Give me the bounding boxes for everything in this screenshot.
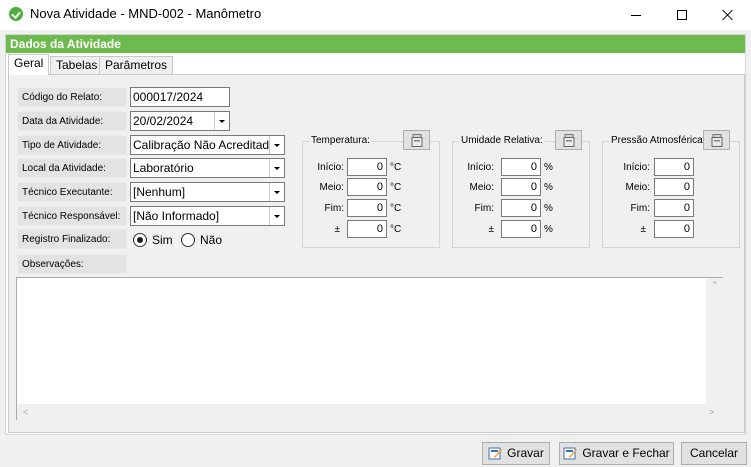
instrument-icon	[711, 134, 723, 147]
gravar-fechar-button[interactable]: Gravar e Fechar	[559, 442, 674, 465]
umidade-fim-unit: %	[544, 203, 553, 214]
horizontal-scrollbar[interactable]: < >	[17, 404, 723, 421]
observacoes-textarea[interactable]	[16, 277, 723, 420]
temperatura-tolerancia-input[interactable]: 0	[347, 220, 387, 238]
maximize-button[interactable]	[659, 0, 705, 30]
data-atividade-label: Data da Atividade:	[17, 111, 127, 131]
instrument-icon	[563, 134, 575, 147]
umidade-fim-input[interactable]: 0	[501, 199, 541, 217]
chevron-down-icon[interactable]	[269, 207, 284, 225]
tecnico-responsavel-label: Técnico Responsável:	[17, 206, 127, 226]
tab-geral[interactable]: Geral	[8, 54, 50, 75]
umidade-fim-label: Fim:	[474, 203, 494, 214]
tecnico-responsavel-value: [Não Informado]	[133, 209, 220, 223]
pressao-meio-label: Meio:	[625, 182, 650, 193]
scroll-right-icon[interactable]: >	[709, 407, 714, 417]
pressao-fim-label: Fim:	[630, 203, 650, 214]
umidade-meio-input[interactable]: 0	[501, 178, 541, 196]
pressao-inicio-label: Início:	[623, 162, 650, 173]
scroll-left-icon[interactable]: <	[23, 407, 28, 417]
tab-tabelas[interactable]: Tabelas	[50, 56, 104, 75]
umidade-instrument-button[interactable]	[555, 130, 582, 150]
temperatura-fim-unit: °C	[390, 203, 402, 214]
umidade-inicio-unit: %	[544, 162, 553, 173]
temperatura-fim-label: Fim:	[324, 203, 344, 214]
pressao-tolerancia-label: ±	[640, 224, 647, 235]
close-button[interactable]	[705, 0, 751, 30]
temperatura-instrument-button[interactable]	[403, 130, 430, 150]
data-atividade-value: 20/02/2024	[133, 114, 194, 128]
temperatura-fim-input[interactable]: 0	[347, 199, 387, 217]
umidade-inicio-label: Início:	[467, 162, 494, 173]
save-icon	[563, 447, 578, 460]
pressao-title: Pressão Atmosférica:	[609, 135, 708, 146]
registro-sim-radio[interactable]	[133, 233, 147, 247]
close-icon	[722, 9, 734, 21]
temperatura-meio-input[interactable]: 0	[347, 178, 387, 196]
temperatura-tolerancia-label: ±	[334, 224, 341, 235]
cancelar-label: Cancelar	[689, 446, 739, 460]
tipo-atividade-select[interactable]: Calibração Não Acreditada	[130, 135, 285, 155]
codigo-relato-label: Código do Relato:	[17, 87, 127, 107]
umidade-tolerancia-input[interactable]: 0	[501, 220, 541, 238]
temperatura-meio-unit: °C	[390, 182, 402, 193]
temperatura-title: Temperatura:	[309, 135, 372, 146]
maximize-icon	[677, 10, 687, 20]
umidade-meio-label: Meio:	[469, 182, 494, 193]
gravar-button[interactable]: Gravar	[482, 442, 550, 465]
registro-nao-radio[interactable]	[181, 233, 195, 247]
vertical-scrollbar[interactable]: ⌃	[706, 278, 723, 404]
section-header: Dados da Atividade	[6, 35, 745, 53]
app-logo-icon	[9, 7, 23, 21]
chevron-down-icon[interactable]	[269, 183, 284, 201]
tecnico-responsavel-select[interactable]: [Não Informado]	[130, 206, 285, 226]
local-atividade-label: Local da Atividade:	[17, 158, 127, 178]
umidade-meio-unit: %	[544, 182, 553, 193]
codigo-relato-input[interactable]: 000017/2024	[130, 87, 230, 107]
minimize-button[interactable]	[613, 0, 659, 30]
observacoes-label: Observações:	[17, 254, 127, 274]
pressao-fim-input[interactable]: 0	[654, 199, 694, 217]
temperatura-inicio-input[interactable]: 0	[347, 158, 387, 176]
temperatura-tolerancia-unit: °C	[390, 224, 402, 235]
pressao-instrument-button[interactable]	[703, 130, 730, 150]
tipo-atividade-label: Tipo de Atividade:	[17, 135, 127, 155]
instrument-icon	[411, 134, 423, 147]
minimize-icon	[631, 14, 641, 16]
window-title: Nova Atividade - MND-002 - Manômetro	[30, 6, 262, 21]
tipo-atividade-value: Calibração Não Acreditada	[133, 138, 276, 152]
temperatura-inicio-label: Início:	[317, 162, 344, 173]
pressao-meio-input[interactable]: 0	[654, 178, 694, 196]
date-dropdown-arrow-icon[interactable]	[214, 112, 229, 130]
chevron-down-icon[interactable]	[269, 136, 284, 154]
gravar-label: Gravar	[507, 446, 544, 460]
local-atividade-select[interactable]: Laboratório	[130, 158, 285, 178]
local-atividade-value: Laboratório	[133, 161, 194, 175]
window-titlebar: Nova Atividade - MND-002 - Manômetro	[0, 0, 751, 30]
umidade-inicio-input[interactable]: 0	[501, 158, 541, 176]
chevron-down-icon[interactable]	[269, 159, 284, 177]
gravar-fechar-label: Gravar e Fechar	[582, 446, 670, 460]
registro-finalizado-label: Registro Finalizado:	[17, 229, 127, 249]
tab-bar: Geral Tabelas Parâmetros	[6, 54, 745, 75]
pressao-tolerancia-input[interactable]: 0	[654, 220, 694, 238]
tecnico-executante-select[interactable]: [Nenhum]	[130, 182, 285, 202]
registro-nao-label[interactable]: Não	[200, 233, 222, 247]
umidade-tolerancia-label: ±	[488, 224, 495, 235]
tecnico-executante-value: [Nenhum]	[133, 185, 186, 199]
cancelar-button[interactable]: Cancelar	[681, 442, 747, 465]
umidade-tolerancia-unit: %	[544, 224, 553, 235]
pressao-inicio-input[interactable]: 0	[654, 158, 694, 176]
tab-parametros[interactable]: Parâmetros	[99, 56, 174, 75]
umidade-title: Umidade Relativa:	[459, 135, 545, 146]
scroll-up-icon[interactable]: ⌃	[711, 280, 719, 291]
data-atividade-picker[interactable]: 20/02/2024	[130, 111, 230, 131]
temperatura-inicio-unit: °C	[390, 162, 402, 173]
tecnico-executante-label: Técnico Executante:	[17, 182, 127, 202]
temperatura-meio-label: Meio:	[319, 182, 344, 193]
registro-sim-label[interactable]: Sim	[152, 233, 173, 247]
save-icon	[488, 447, 503, 460]
